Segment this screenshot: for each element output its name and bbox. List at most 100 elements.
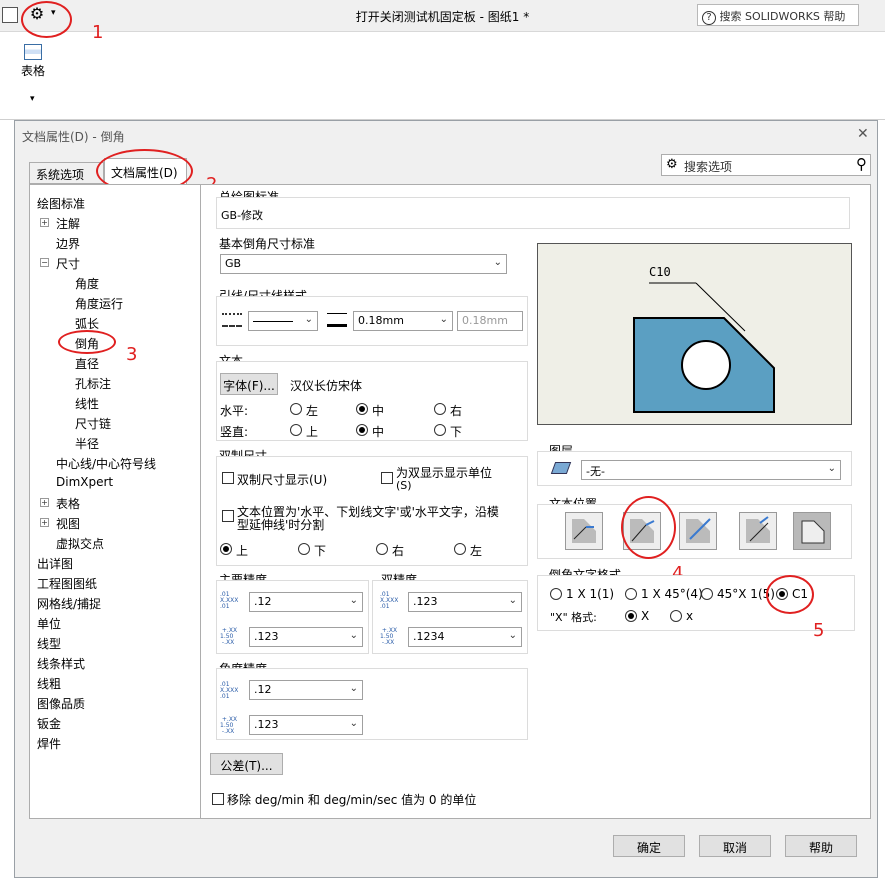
text-position-button-3[interactable]	[679, 512, 717, 550]
chevron-down-icon: ⌄	[827, 463, 836, 474]
tree-item-2[interactable]: 边界	[56, 235, 80, 252]
tree-item-20[interactable]: 网格线/捕捉	[37, 595, 101, 612]
cancel-button[interactable]: 取消	[699, 835, 771, 857]
base-standard-select[interactable]: GB ⌄	[220, 254, 507, 274]
tree-item-14[interactable]: DimXpert	[56, 475, 113, 489]
chamfer-preview-label: C10	[649, 265, 671, 279]
tree-item-21[interactable]: 单位	[37, 615, 61, 632]
options-search-input[interactable]: ⚙ 搜索选项 ⚲	[661, 154, 871, 176]
horizontal-2-label: 右	[450, 404, 463, 418]
primary-precision-select-1[interactable]: .12 ⌄	[249, 592, 363, 612]
custom-thickness-input[interactable]: 0.18mm	[457, 311, 523, 331]
ribbon-expand-icon[interactable]: ▾	[30, 94, 35, 104]
dual-position-0-radio[interactable]	[220, 543, 232, 555]
tree-item-19[interactable]: 工程图图纸	[37, 575, 97, 592]
chamfer-format-0-label: 1 X 1(1)	[566, 587, 615, 601]
solid-line-icon	[253, 320, 293, 322]
dual-precision-select-1[interactable]: .123 ⌄	[408, 592, 522, 612]
primary-precision-select-2[interactable]: .123 ⌄	[249, 627, 363, 647]
chevron-down-icon: ⌄	[493, 257, 502, 268]
x-format-1-label: x	[686, 609, 694, 623]
dual-units-checkbox[interactable]	[381, 472, 393, 484]
angle-precision-select-2[interactable]: .123 ⌄	[249, 715, 363, 735]
expand-icon[interactable]: +	[40, 518, 49, 527]
search-gear-icon: ⚙	[666, 157, 678, 172]
dialog-close-icon[interactable]: ✕	[857, 126, 869, 142]
line-thickness-select[interactable]: 0.18mm ⌄	[353, 311, 453, 331]
tree-item-16[interactable]: 视图	[56, 515, 80, 532]
text-position-button-4[interactable]	[739, 512, 777, 550]
tree-item-22[interactable]: 线型	[37, 635, 61, 652]
chevron-down-icon: ⌄	[304, 314, 313, 325]
table-icon[interactable]	[24, 44, 42, 60]
tolerance-button[interactable]: 公差(T)...	[210, 753, 283, 775]
dual-position-1-radio[interactable]	[298, 543, 310, 555]
tab-system-options[interactable]: 系统选项(S)	[29, 162, 104, 197]
dual-display-label: 双制尺寸显示(U)	[237, 473, 328, 487]
tree-item-3[interactable]: 尺寸	[56, 255, 80, 272]
angle-precision-select-1[interactable]: .12 ⌄	[249, 680, 363, 700]
text-position-button-5[interactable]	[793, 512, 831, 550]
tree-item-4[interactable]: 角度	[75, 275, 99, 292]
tree-item-25[interactable]: 图像品质	[37, 695, 85, 712]
table-ribbon-button[interactable]: 表格	[21, 62, 45, 79]
dialog-title: 文档属性(D) - 倒角	[22, 130, 125, 144]
vertical-1-radio[interactable]	[356, 424, 368, 436]
dual-precision-select-2[interactable]: .1234 ⌄	[408, 627, 522, 647]
base-standard-label: 基本倒角尺寸标准	[217, 235, 318, 252]
chevron-down-icon: ⌄	[439, 314, 448, 325]
tree-item-8[interactable]: 直径	[75, 355, 99, 372]
dual-position-3-radio[interactable]	[454, 543, 466, 555]
help-icon: ?	[702, 11, 716, 25]
font-button[interactable]: 字体(F)...	[220, 373, 278, 395]
tree-item-24[interactable]: 线粗	[37, 675, 61, 692]
tree-item-10[interactable]: 线性	[75, 395, 99, 412]
tree-item-12[interactable]: 半径	[75, 435, 99, 452]
annotation-number-3: 3	[126, 344, 138, 365]
dual-precision-value-2: .1234	[413, 630, 445, 643]
x-format-0-radio[interactable]	[625, 610, 637, 622]
tree-item-5[interactable]: 角度运行	[75, 295, 123, 312]
search-icon: ⚲	[856, 155, 867, 173]
dual-position-2-radio[interactable]	[376, 543, 388, 555]
horizontal-0-radio[interactable]	[290, 403, 302, 415]
annotation-oval-5	[766, 575, 814, 614]
tree-item-11[interactable]: 尺寸链	[75, 415, 111, 432]
tree-item-27[interactable]: 焊件	[37, 735, 61, 752]
chamfer-format-2-radio[interactable]	[701, 588, 713, 600]
help-button[interactable]: 帮助	[785, 835, 857, 857]
tree-item-1[interactable]: 注解	[56, 215, 80, 232]
tree-item-23[interactable]: 线条样式	[37, 655, 85, 672]
chevron-down-icon: ⌄	[349, 595, 358, 606]
split-text-checkbox[interactable]	[222, 510, 234, 522]
expand-icon[interactable]: +	[40, 218, 49, 227]
tree-item-26[interactable]: 钣金	[37, 715, 61, 732]
layer-select[interactable]: -无- ⌄	[581, 460, 841, 480]
tree-item-0[interactable]: 绘图标准	[37, 195, 85, 212]
x-format-1-radio[interactable]	[670, 610, 682, 622]
help-search-input[interactable]: ? 搜索 SOLIDWORKS 帮助	[697, 4, 859, 26]
vertical-2-radio[interactable]	[434, 424, 446, 436]
expand-icon[interactable]: +	[40, 498, 49, 507]
chamfer-format-0-radio[interactable]	[550, 588, 562, 600]
tree-item-15[interactable]: 表格	[56, 495, 80, 512]
vertical-0-radio[interactable]	[290, 424, 302, 436]
collapse-icon[interactable]: −	[40, 258, 49, 267]
tree-item-13[interactable]: 中心线/中心符号线	[56, 455, 156, 472]
angle-precision-value-1: .12	[254, 683, 272, 696]
line-style-select[interactable]: ⌄	[248, 311, 318, 331]
horizontal-1-radio[interactable]	[356, 403, 368, 415]
dual-precision-value-1: .123	[413, 595, 438, 608]
ok-button[interactable]: 确定	[613, 835, 685, 857]
text-position-button-1[interactable]	[565, 512, 603, 550]
horizontal-2-radio[interactable]	[434, 403, 446, 415]
remove-units-checkbox[interactable]	[212, 793, 224, 805]
chamfer-format-1-radio[interactable]	[625, 588, 637, 600]
tree-item-17[interactable]: 虚拟交点	[56, 535, 104, 552]
ribbon: 表格 ▾	[0, 32, 885, 120]
tree-item-9[interactable]: 孔标注	[75, 375, 111, 392]
tolerance-precision-icon: +.XX 1.50 -.XX	[220, 716, 238, 735]
line-thickness-value: 0.18mm	[358, 314, 404, 327]
dual-display-checkbox[interactable]	[222, 472, 234, 484]
tree-item-18[interactable]: 出详图	[37, 555, 73, 572]
